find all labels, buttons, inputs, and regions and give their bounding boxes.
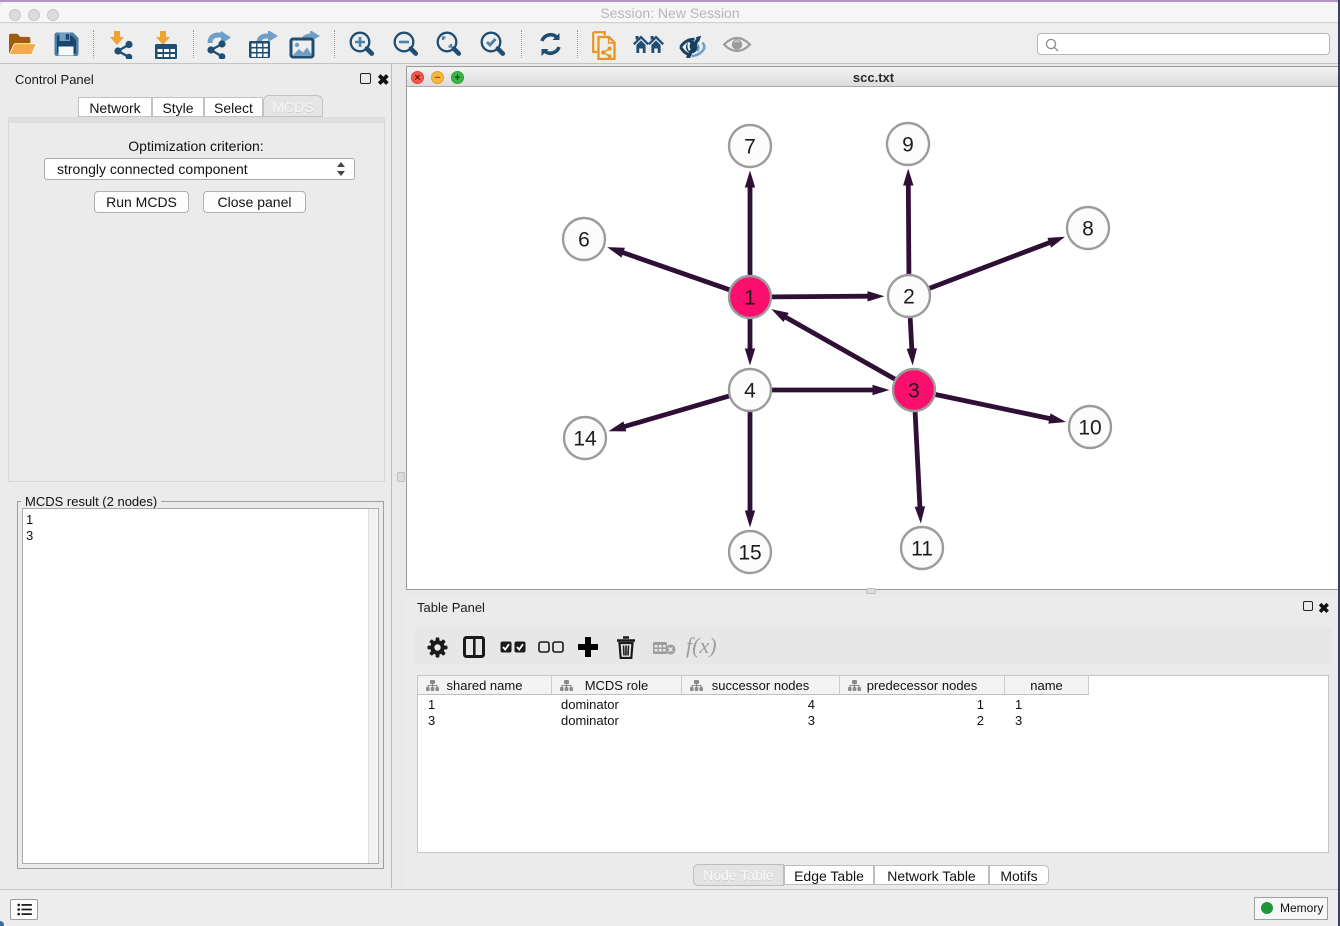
svg-text:11: 11 [911,538,933,561]
svg-text:15: 15 [738,542,761,565]
svg-text:14: 14 [573,428,597,451]
svg-text:10: 10 [1078,417,1101,440]
svg-text:1: 1 [744,287,756,310]
svg-text:3: 3 [908,380,920,403]
svg-text:6: 6 [578,229,590,252]
svg-text:9: 9 [902,134,914,157]
svg-text:2: 2 [903,286,915,309]
svg-text:8: 8 [1082,218,1094,241]
svg-text:4: 4 [744,380,756,403]
svg-text:7: 7 [744,136,756,159]
